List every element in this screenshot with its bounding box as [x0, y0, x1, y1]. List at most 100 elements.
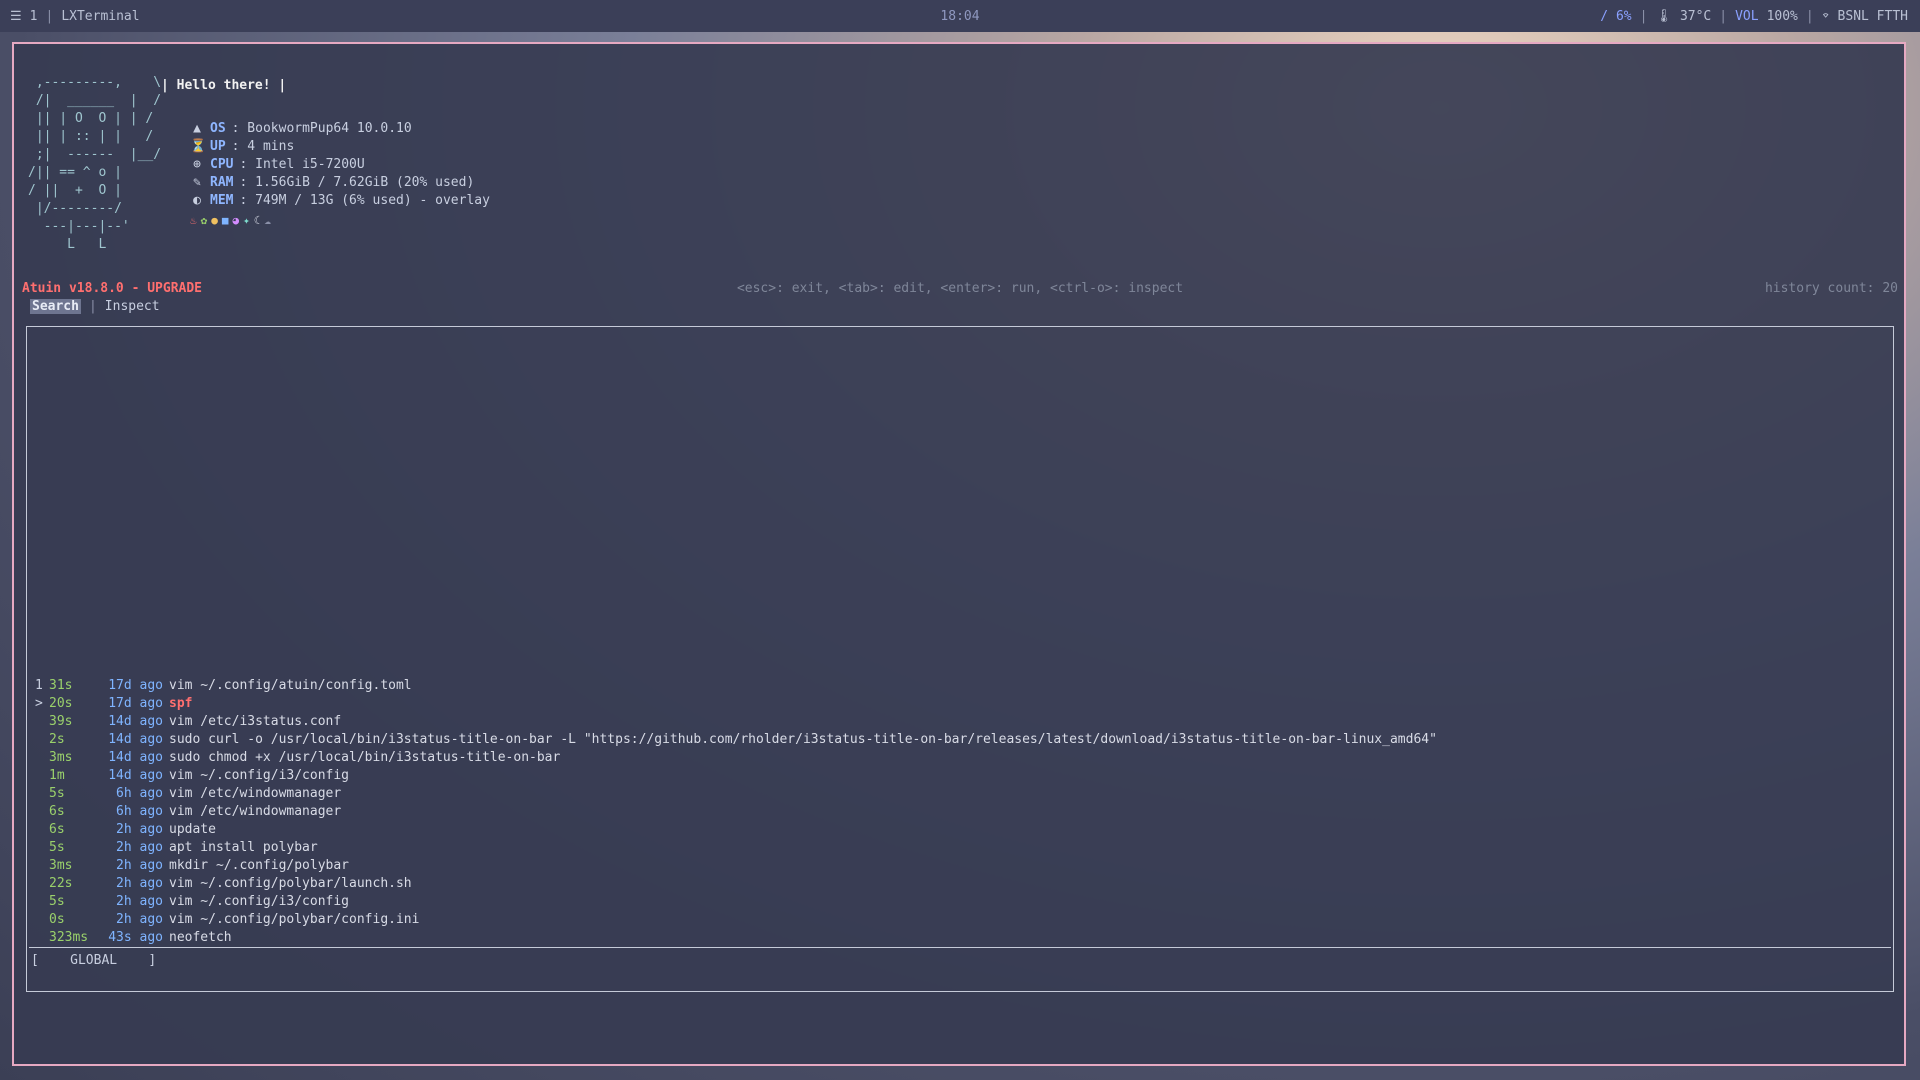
history-count: history count: 20: [1764, 281, 1898, 296]
row-time: 17d ago: [108, 678, 163, 693]
history-row[interactable]: 5s 2h ago apt install polybar: [35, 839, 1437, 857]
row-index: [35, 731, 49, 749]
separator: |: [1805, 8, 1814, 24]
divider: [29, 947, 1891, 948]
row-time: 17d ago: [108, 696, 163, 711]
row-index: [35, 767, 49, 785]
os-key: OS: [210, 121, 226, 136]
square-icon: ■: [221, 214, 229, 227]
atuin-tabs: Search | Inspect: [30, 299, 160, 314]
separator: |: [1639, 8, 1648, 24]
row-duration: 3ms: [49, 750, 73, 765]
row-time: 43s ago: [108, 930, 163, 945]
history-row[interactable]: 3ms 14d ago sudo chmod +x /usr/local/bin/i…: [35, 749, 1437, 767]
row-command: vim ~/.config/atuin/config.toml: [169, 678, 412, 693]
row-time: 14d ago: [108, 732, 163, 747]
row-time: 14d ago: [108, 750, 163, 765]
row-index: >: [35, 696, 43, 711]
cpu-value: : Intel i5-7200U: [239, 157, 365, 172]
row-duration: 6s: [49, 804, 65, 819]
row-index: [35, 911, 49, 929]
row-time: 6h ago: [116, 786, 163, 801]
greeting-bubble: | Hello there! |: [161, 78, 287, 93]
disk-usage: / 6%: [1600, 8, 1632, 24]
app-menu-icon[interactable]: ☰: [10, 9, 22, 24]
row-time: 2h ago: [116, 822, 163, 837]
row-time: 14d ago: [108, 714, 163, 729]
row-time: 6h ago: [116, 804, 163, 819]
mem-row: ◐ MEM : 749M / 13G (6% used) - overlay: [190, 192, 490, 210]
row-command: vim /etc/i3status.conf: [169, 714, 342, 729]
star-icon: ✦: [243, 214, 250, 227]
uptime-value: : 4 mins: [231, 139, 295, 154]
history-row[interactable]: 39s 14d ago vim /etc/i3status.conf: [35, 713, 1437, 731]
hourglass-icon: ⏳: [190, 139, 207, 154]
disk-icon: ◐: [193, 193, 201, 208]
keybinding-hints: <esc>: exit, <tab>: edit, <enter>: run, …: [736, 281, 1184, 296]
moon-icon: ☾: [253, 214, 261, 227]
volume-value[interactable]: 100%: [1767, 9, 1798, 24]
row-command: apt install polybar: [169, 840, 318, 855]
history-row[interactable]: 5s 6h ago vim /etc/windowmanager: [35, 785, 1437, 803]
ram-row: ✎ RAM : 1.56GiB / 7.62GiB (20% used): [190, 174, 490, 192]
row-duration: 0s: [49, 912, 65, 927]
row-duration: 22s: [49, 876, 73, 891]
mem-key: MEM: [210, 193, 234, 208]
workspace-indicator[interactable]: 1: [30, 9, 38, 24]
row-command: update: [169, 822, 216, 837]
history-row[interactable]: 22s 2h ago vim ~/.config/polybar/launch.sh: [35, 875, 1437, 893]
history-row[interactable]: 6s 6h ago vim /etc/windowmanager: [35, 803, 1437, 821]
row-duration: 5s: [49, 786, 65, 801]
row-duration: 20s: [49, 696, 73, 711]
history-row[interactable]: 323ms 43s ago neofetch: [35, 929, 1437, 947]
history-row[interactable]: 0s 2h ago vim ~/.config/polybar/config.ini: [35, 911, 1437, 929]
mem-value: : 749M / 13G (6% used) - overlay: [239, 193, 490, 208]
row-duration: 1m: [49, 768, 65, 783]
filter-mode[interactable]: [ GLOBAL ]: [31, 953, 156, 968]
volume-label: VOL: [1735, 8, 1759, 24]
row-time: 2h ago: [116, 894, 163, 909]
terminal-window[interactable]: ,---------, \ /| ______ | / || | O O | |…: [12, 42, 1906, 1066]
row-command: mkdir ~/.config/polybar: [169, 858, 350, 873]
history-panel: 1 31s 17d ago vim ~/.config/atuin/config.to…: [26, 326, 1894, 992]
ram-value: : 1.56GiB / 7.62GiB (20% used): [239, 175, 475, 190]
row-command: sudo chmod +x /usr/local/bin/i3status-ti…: [169, 750, 561, 765]
row-duration: 5s: [49, 840, 65, 855]
row-index: [35, 893, 49, 911]
tab-search[interactable]: Search: [30, 299, 81, 314]
history-row[interactable]: 1m 14d ago vim ~/.config/i3/config: [35, 767, 1437, 785]
temperature-icon: 🌡: [1655, 8, 1672, 24]
row-index: 1: [35, 678, 43, 693]
history-row[interactable]: 3ms 2h ago mkdir ~/.config/polybar: [35, 857, 1437, 875]
row-command: vim ~/.config/polybar/launch.sh: [169, 876, 412, 891]
history-row[interactable]: 6s 2h ago update: [35, 821, 1437, 839]
row-index: [35, 875, 49, 893]
separator: |: [1719, 8, 1728, 24]
row-duration: 323ms: [49, 930, 89, 945]
ram-icon: ✎: [193, 175, 201, 190]
history-row[interactable]: 1 31s 17d ago vim ~/.config/atuin/config.to…: [35, 677, 1437, 695]
separator: |: [88, 299, 97, 314]
os-row: ▲ OS : BookwormPup64 10.0.10: [190, 120, 490, 138]
history-row[interactable]: 2s 14d ago sudo curl -o /usr/local/bin/i3s…: [35, 731, 1437, 749]
history-row[interactable]: 5s 2h ago vim ~/.config/i3/config: [35, 893, 1437, 911]
color-swatches: ♨ ✿ ● ■ ◕ ✦ ☾ ☁: [190, 212, 490, 230]
row-duration: 5s: [49, 894, 65, 909]
uptime-row: ⏳ UP : 4 mins: [190, 138, 490, 156]
row-command: vim /etc/windowmanager: [169, 804, 342, 819]
row-time: 14d ago: [108, 768, 163, 783]
wifi-icon: ⌔: [1821, 8, 1830, 24]
row-duration: 31s: [49, 678, 73, 693]
row-command: vim ~/.config/i3/config: [169, 894, 350, 909]
row-command: sudo curl -o /usr/local/bin/i3status-tit…: [169, 732, 1437, 747]
row-time: 2h ago: [116, 840, 163, 855]
separator: |: [45, 8, 54, 24]
ascii-art: ,---------, \ /| ______ | / || | O O | |…: [28, 75, 162, 252]
history-list: 1 31s 17d ago vim ~/.config/atuin/config.to…: [35, 677, 1437, 947]
row-index: [35, 839, 49, 857]
history-row-selected[interactable]: >20s 17d ago spf: [35, 695, 1437, 713]
row-command: vim ~/.config/i3/config: [169, 768, 350, 783]
circle-icon: ◕: [232, 214, 240, 227]
tab-inspect[interactable]: Inspect: [105, 299, 160, 314]
row-index: [35, 749, 49, 767]
